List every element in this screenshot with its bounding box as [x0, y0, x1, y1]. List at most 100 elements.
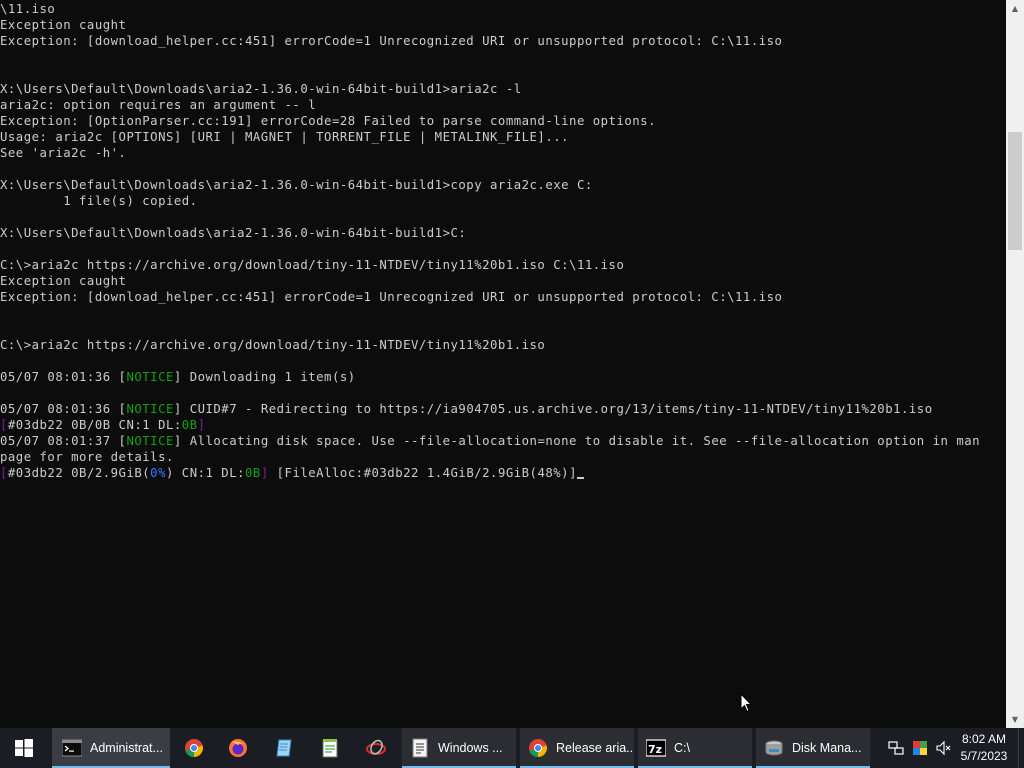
console-line: C:\>aria2c https://archive.org/download/…	[0, 257, 1006, 273]
clock-time: 8:02 AM	[961, 732, 1007, 746]
console-text-segment: page for more details.	[0, 450, 174, 464]
taskbar-network-tool[interactable]	[354, 728, 398, 768]
console-text-segment: 05/07 08:01:36 [	[0, 370, 127, 384]
console-text-segment: 0B	[181, 418, 198, 432]
taskbar-disk-management-label: Disk Mana...	[792, 741, 862, 755]
console-line: C:\>aria2c https://archive.org/download/…	[0, 337, 1006, 353]
clock[interactable]: 8:02 AM 5/7/2023	[956, 731, 1012, 765]
taskbar-notepad[interactable]	[262, 728, 306, 768]
console-text-segment: Exception caught	[0, 274, 127, 288]
console-line: aria2c: option requires an argument -- l	[0, 97, 1006, 113]
console-line: Exception caught	[0, 17, 1006, 33]
console-text-segment: #03db22 0B/0B CN:1 DL:	[7, 418, 182, 432]
console-text-segment: 05/07 08:01:37 [	[0, 434, 127, 448]
scroll-thumb[interactable]	[1008, 132, 1022, 250]
console-text-segment: 1 file(s) copied.	[0, 194, 198, 208]
network-tool-icon	[366, 739, 386, 755]
taskbar-firefox[interactable]	[216, 728, 260, 768]
console-text-segment: Exception: [download_helper.cc:451] erro…	[0, 34, 783, 48]
text-cursor	[576, 477, 584, 479]
console-text-segment: Usage: aria2c [OPTIONS] [URI | MAGNET | …	[0, 130, 570, 144]
taskbar-release-aria-label: Release aria...	[556, 741, 634, 755]
network-icon[interactable]	[884, 740, 908, 756]
7zip-icon: 7z	[646, 739, 666, 757]
show-desktop-button[interactable]	[1018, 728, 1024, 768]
console-text-segment: ) CN:1 DL:	[165, 466, 246, 480]
console-text-segment: NOTICE	[126, 370, 174, 384]
taskbar-notepadpp[interactable]	[308, 728, 352, 768]
command-prompt-icon	[62, 739, 82, 757]
taskbar-7zip-label: C:\	[674, 741, 690, 755]
disk-management-icon	[765, 740, 783, 756]
console-line: 05/07 08:01:36 [NOTICE] Downloading 1 it…	[0, 369, 1006, 385]
console-text-segment: Exception: [OptionParser.cc:191] errorCo…	[0, 114, 656, 128]
console-text-segment: X:\Users\Default\Downloads\aria2-1.36.0-…	[0, 82, 522, 96]
console-text-segment: Exception: [download_helper.cc:451] erro…	[0, 290, 783, 304]
console-window[interactable]: \11.iso Exception caught Exception: [downl…	[0, 0, 1006, 728]
console-text-segment: #03db22 0B/2.9GiB(	[7, 466, 151, 480]
taskbar-windows-label: Windows ...	[438, 741, 503, 755]
chrome-icon	[529, 739, 547, 757]
chrome-icon	[185, 739, 203, 757]
notepadpp-icon	[322, 739, 338, 758]
taskbar-cmd-label: Administrat...	[90, 741, 163, 755]
windows-logo-icon	[15, 739, 33, 757]
console-text-segment: 0B	[245, 466, 261, 480]
taskbar-release-aria[interactable]: Release aria...	[520, 728, 634, 768]
console-line: Exception: [download_helper.cc:451] erro…	[0, 33, 1006, 49]
console-line: Exception: [OptionParser.cc:191] errorCo…	[0, 113, 1006, 129]
taskbar-cmd-administrator[interactable]: Administrat...	[52, 728, 170, 768]
console-line: \11.iso	[0, 1, 1006, 17]
console-text-segment: ] CUID#7 - Redirecting to https://ia9047…	[173, 402, 933, 416]
console-text-segment: [	[0, 418, 8, 432]
console-text-segment: ]	[197, 418, 206, 432]
console-scrollbar[interactable]: ▲ ▼	[1006, 0, 1024, 728]
taskbar: Administrat... Windows ... Release aria.…	[0, 728, 1024, 768]
console-text-segment: 05/07 08:01:36 [	[0, 402, 127, 416]
console-text-segment: [	[0, 466, 8, 480]
scroll-down-arrow-icon[interactable]: ▼	[1006, 711, 1024, 728]
console-text-segment: X:\Users\Default\Downloads\aria2-1.36.0-…	[0, 226, 467, 240]
console-text-segment: ] Downloading 1 item(s)	[173, 370, 356, 384]
system-tray: 8:02 AM 5/7/2023	[884, 728, 1024, 768]
taskbar-windows[interactable]: Windows ...	[402, 728, 516, 768]
console-text-segment: \11.iso	[0, 2, 56, 16]
firefox-icon	[229, 739, 247, 757]
console-text-segment: See 'aria2c -h'.	[0, 146, 127, 160]
console-line: 05/07 08:01:37 [NOTICE] Allocating disk …	[0, 433, 1006, 449]
start-button[interactable]	[0, 728, 48, 768]
taskbar-chrome[interactable]	[172, 728, 216, 768]
console-text-segment: C:\>aria2c https://archive.org/download/…	[0, 258, 625, 272]
console-line: X:\Users\Default\Downloads\aria2-1.36.0-…	[0, 177, 1006, 193]
console-text-segment: aria2c: option requires an argument -- l	[0, 98, 317, 112]
color-icon[interactable]	[908, 740, 932, 756]
scroll-up-arrow-icon[interactable]: ▲	[1006, 0, 1024, 17]
svg-text:7z: 7z	[648, 743, 662, 756]
console-line: 1 file(s) copied.	[0, 193, 1006, 209]
taskbar-7zip[interactable]: 7z C:\	[638, 728, 752, 768]
document-icon	[412, 738, 428, 758]
taskbar-disk-management[interactable]: Disk Mana...	[756, 728, 870, 768]
console-text-segment: NOTICE	[126, 402, 174, 416]
console-line: Usage: aria2c [OPTIONS] [URI | MAGNET | …	[0, 129, 1006, 145]
console-line: Exception caught	[0, 273, 1006, 289]
console-line: See 'aria2c -h'.	[0, 145, 1006, 161]
volume-muted-icon[interactable]	[932, 740, 956, 756]
console-line: page for more details.	[0, 449, 1006, 465]
console-output: \11.iso Exception caught Exception: [downl…	[0, 1, 1006, 481]
console-text-segment: [FileAlloc:#03db22 1.4GiB/2.9GiB(48%)]	[268, 466, 577, 480]
console-text-segment: ] Allocating disk space. Use --file-allo…	[173, 434, 981, 448]
console-text-segment: Exception caught	[0, 18, 127, 32]
console-text-segment: C:\>aria2c https://archive.org/download/…	[0, 338, 546, 352]
console-text-segment: NOTICE	[126, 434, 174, 448]
console-line: 05/07 08:01:36 [NOTICE] CUID#7 - Redirec…	[0, 401, 1006, 417]
